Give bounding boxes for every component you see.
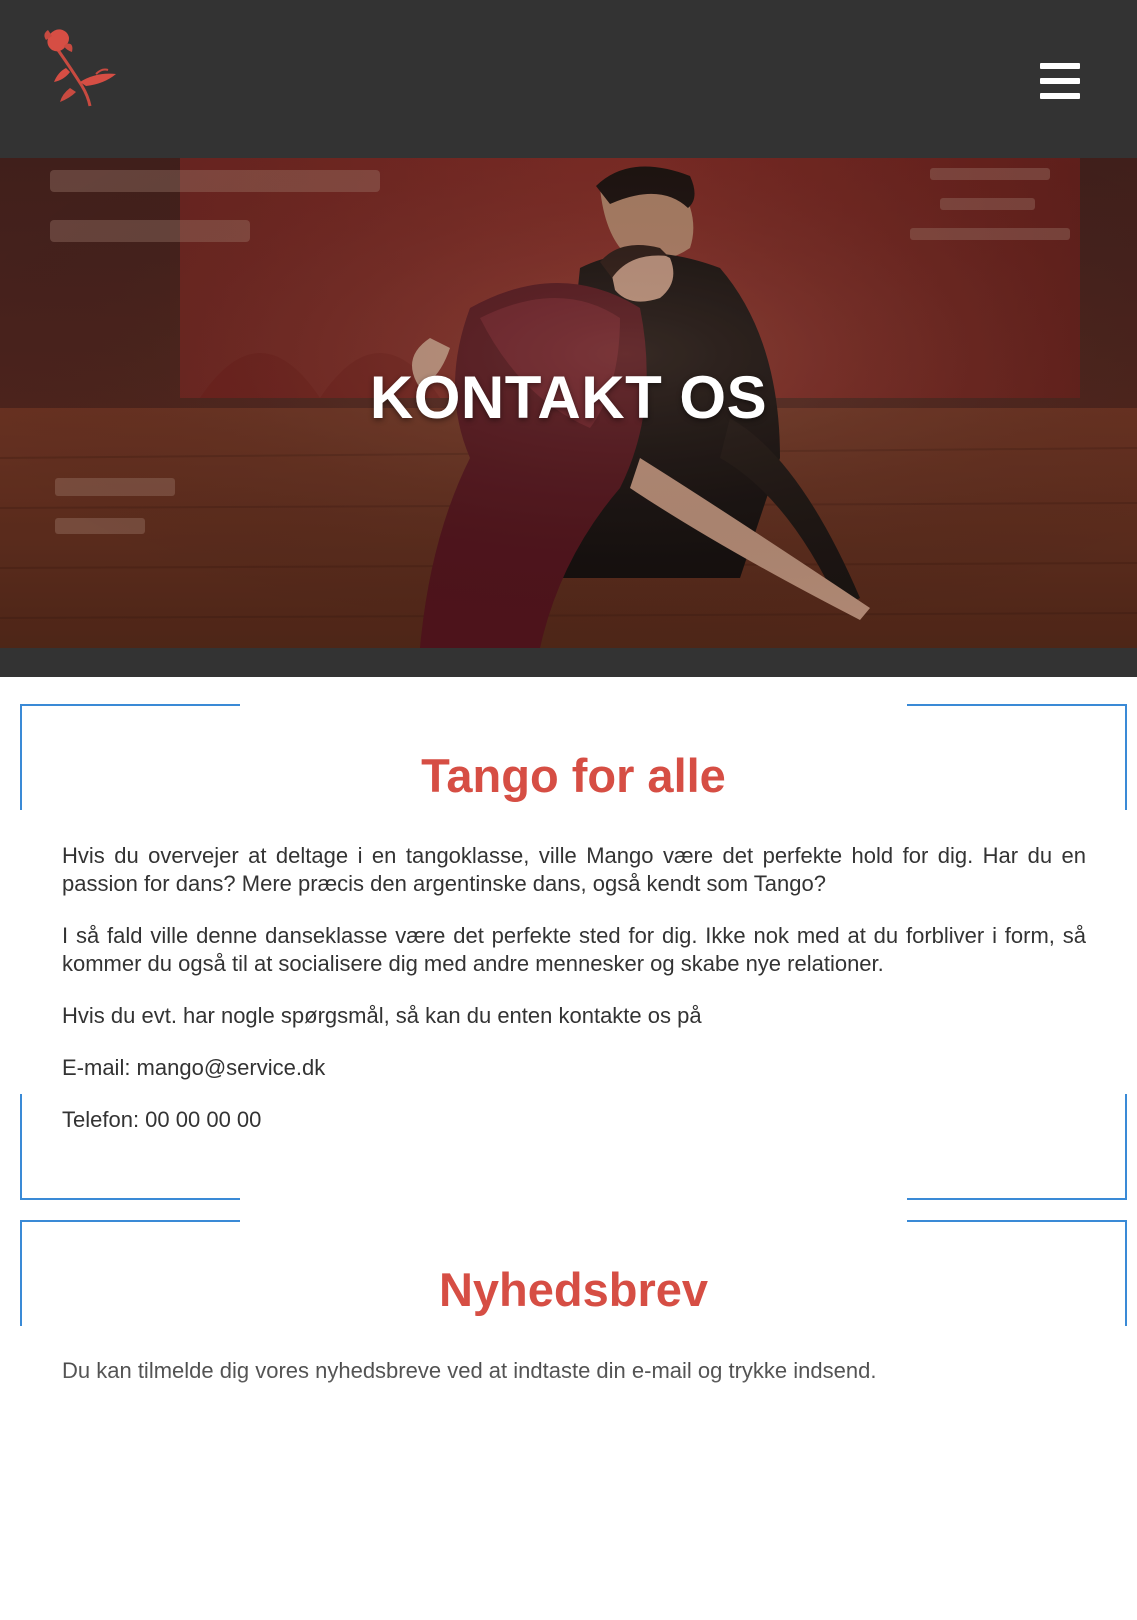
hero-bottom-strip bbox=[0, 648, 1137, 677]
hamburger-menu-icon[interactable] bbox=[1036, 58, 1084, 104]
benefits-paragraph: I så fald ville denne danseklasse være d… bbox=[62, 923, 1086, 976]
rose-icon[interactable] bbox=[36, 24, 122, 110]
intro-paragraph: Hvis du overvejer at deltage i en tangok… bbox=[62, 843, 1086, 896]
page-title: KONTAKT OS bbox=[369, 363, 768, 431]
email-line[interactable]: E-mail: mango@service.dk bbox=[62, 1054, 1086, 1082]
site-header bbox=[0, 0, 1137, 158]
newsletter-card: Nyhedsbrev Du kan tilmelde dig vores nyh… bbox=[20, 1220, 1127, 1620]
questions-paragraph: Hvis du evt. har nogle spørgsmål, så kan… bbox=[62, 1003, 702, 1028]
contact-info-card: Tango for alle Hvis du overvejer at delt… bbox=[20, 704, 1127, 1200]
newsletter-description: Du kan tilmelde dig vores nyhedsbreve ve… bbox=[62, 1358, 877, 1383]
phone-line[interactable]: Telefon: 00 00 00 00 bbox=[62, 1106, 1086, 1134]
section-heading: Nyhedsbrev bbox=[438, 1263, 709, 1316]
section-heading: Tango for alle bbox=[421, 749, 726, 802]
hero-banner: KONTAKT OS bbox=[0, 158, 1137, 648]
